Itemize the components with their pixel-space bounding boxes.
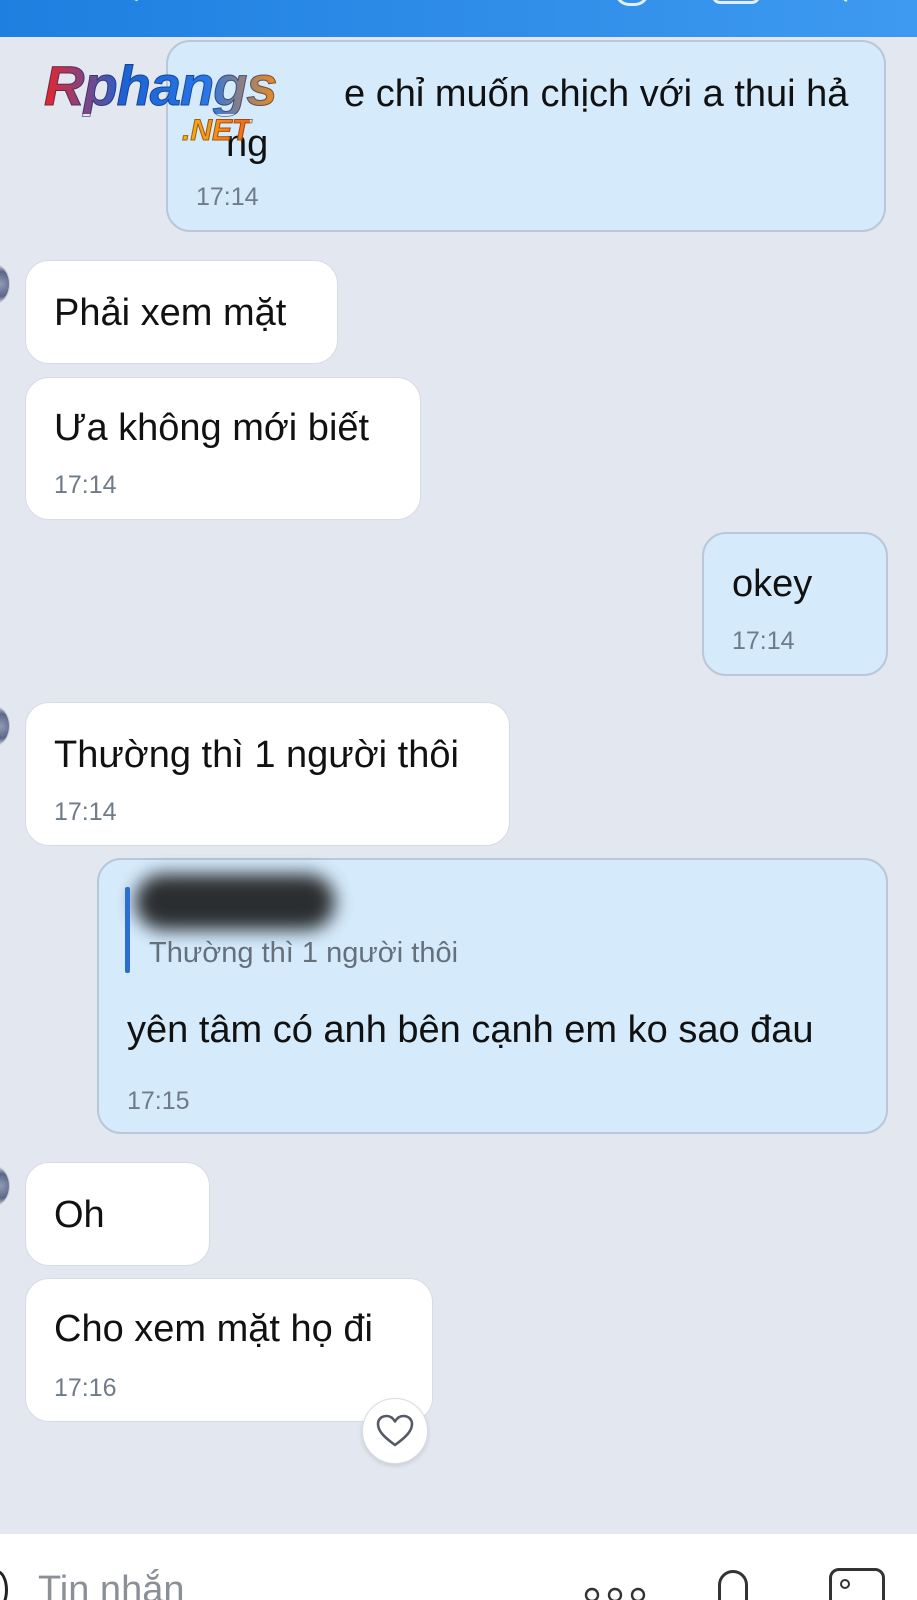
heart-icon <box>376 1414 414 1447</box>
watermark-text: Rphangs <box>44 54 279 117</box>
message-timestamp: 17:15 <box>127 1087 190 1115</box>
message-timestamp: 17:14 <box>54 471 117 499</box>
message-bubble-outgoing-reply[interactable]: Thường thì 1 người thôi yên tâm có anh b… <box>97 858 888 1134</box>
message-text: Cho xem mặt họ đi <box>54 1308 373 1350</box>
message-timestamp: 17:16 <box>54 1374 117 1402</box>
menu-icon[interactable] <box>835 0 853 2</box>
contact-avatar[interactable] <box>0 264 10 304</box>
message-text: Thường thì 1 người thôi <box>54 734 459 776</box>
message-bubble-incoming[interactable]: Cho xem mặt họ đi 17:16 <box>25 1278 433 1422</box>
message-text: okey <box>732 563 813 605</box>
react-heart-button[interactable] <box>362 1398 428 1464</box>
message-bubble-incoming[interactable]: Phải xem mặt <box>25 260 338 364</box>
emoji-icon[interactable] <box>0 1570 8 1600</box>
reply-quote-text: Thường thì 1 người thôi <box>149 937 459 969</box>
watermark-logo: Rphangs .NET <box>44 54 279 146</box>
message-bubble-outgoing[interactable]: okey 17:14 <box>702 532 888 676</box>
chat-header <box>0 0 917 37</box>
microphone-icon[interactable] <box>718 1570 748 1600</box>
chat-screen: Rphangs .NET e chỉ muốn chịch với a thui… <box>0 0 917 1600</box>
message-input-bar: Tin nhắn <box>0 1534 917 1600</box>
reply-quote-bar <box>125 887 130 973</box>
message-bubble-incoming[interactable]: Ưa không mới biết 17:14 <box>25 377 421 520</box>
video-icon[interactable] <box>712 0 760 4</box>
message-timestamp: 17:14 <box>732 627 795 655</box>
image-icon[interactable] <box>829 1568 885 1600</box>
more-icon[interactable] <box>583 1586 647 1600</box>
message-text: Ưa không mới biết <box>54 407 370 449</box>
message-input[interactable]: Tin nhắn <box>38 1568 184 1600</box>
message-timestamp: 17:14 <box>196 183 259 211</box>
contact-avatar[interactable] <box>0 1166 10 1206</box>
image-icon-sun <box>840 1579 850 1589</box>
message-bubble-incoming[interactable]: Oh <box>25 1162 210 1266</box>
watermark-suffix: .NET <box>181 114 251 147</box>
message-text: e chỉ muốn chịch với a thui hả <box>344 73 849 115</box>
message-text: yên tâm có anh bên cạnh em ko sao đau <box>127 1009 814 1051</box>
back-icon[interactable] <box>127 0 143 2</box>
message-bubble-incoming[interactable]: Thường thì 1 người thôi 17:14 <box>25 702 510 846</box>
message-text: Oh <box>54 1194 105 1236</box>
call-icon[interactable] <box>615 0 649 6</box>
contact-avatar[interactable] <box>0 706 10 746</box>
message-timestamp: 17:14 <box>54 798 117 826</box>
message-text: Phải xem mặt <box>54 292 287 334</box>
redacted-sender-name <box>135 874 335 930</box>
